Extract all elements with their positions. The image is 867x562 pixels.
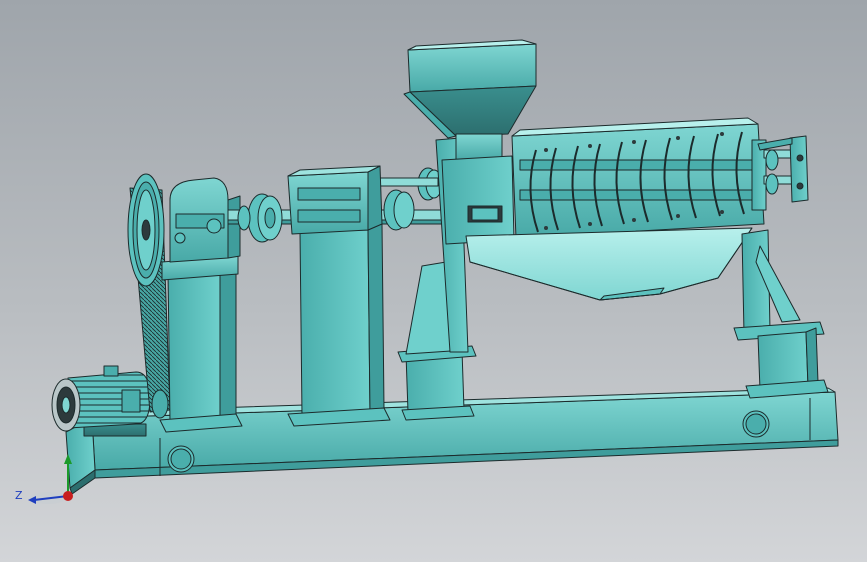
- oil-trough: [465, 227, 753, 301]
- press-right-support: [733, 229, 829, 399]
- oil-press-assembly-model[interactable]: Z: [0, 0, 867, 562]
- x-axis-dot: [63, 491, 73, 501]
- view-orientation-triad: Z: [15, 454, 73, 504]
- z-axis-label: Z: [15, 489, 23, 502]
- middle-pedestal: [287, 165, 391, 427]
- cad-viewport[interactable]: Z: [0, 0, 867, 562]
- press-barrel: [511, 117, 767, 239]
